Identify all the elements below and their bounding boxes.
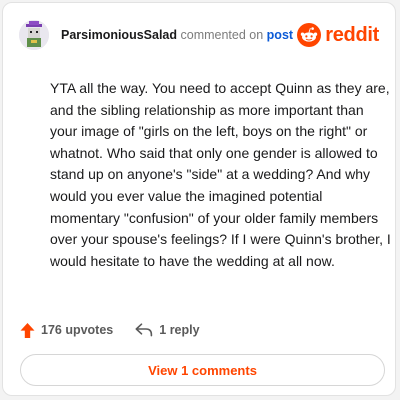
comment-byline: ParsimoniousSalad commented on post [61, 28, 297, 42]
post-link[interactable]: post [267, 28, 293, 42]
reddit-logo[interactable]: reddit [297, 23, 379, 47]
reddit-snoo-icon [297, 23, 322, 47]
view-comments-button[interactable]: View 1 comments [20, 354, 385, 386]
upvote-arrow-icon[interactable] [19, 322, 36, 339]
comment-header: ParsimoniousSalad commented on post redd… [19, 17, 379, 53]
author-username[interactable]: ParsimoniousSalad [61, 28, 177, 42]
comment-body: YTA all the way. You need to accept Quin… [50, 80, 391, 269]
upvote-count: 176 upvotes [41, 323, 114, 337]
reply-action[interactable]: 1 reply [135, 323, 200, 337]
reply-count: 1 reply [159, 323, 200, 337]
comment-card: ParsimoniousSalad commented on post redd… [2, 2, 396, 396]
user-avatar[interactable] [19, 20, 49, 50]
reply-arrow-icon [135, 323, 153, 337]
reddit-wordmark: reddit [325, 23, 379, 46]
action-text: commented on [180, 28, 264, 42]
comment-footer: 176 upvotes 1 reply [19, 319, 200, 341]
